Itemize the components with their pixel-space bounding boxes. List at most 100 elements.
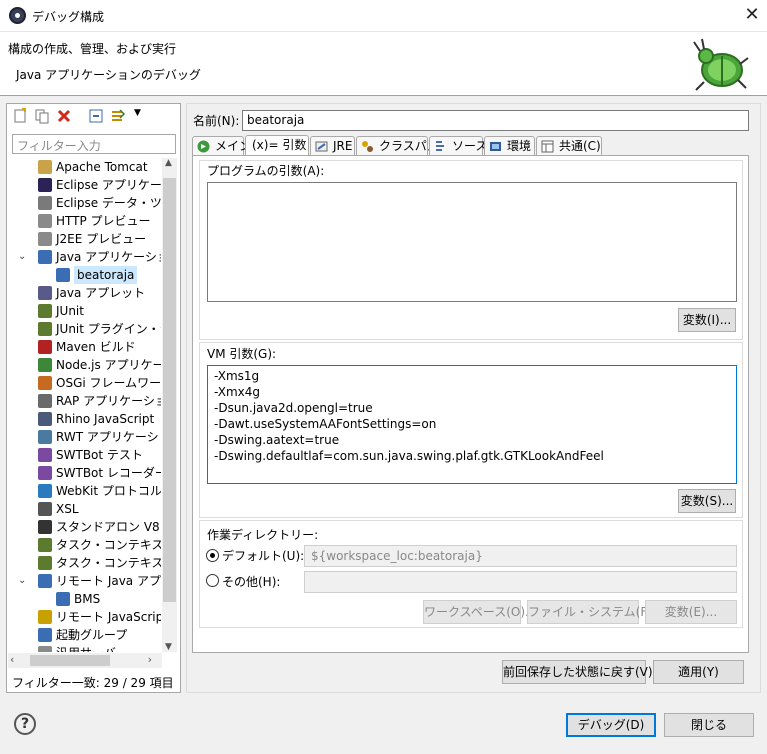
tree-item[interactable]: JUnit プラグイン・テスト	[8, 320, 161, 338]
tree-item-label: beatoraja	[74, 266, 138, 284]
tree-item[interactable]: Eclipse データ・ツール	[8, 194, 161, 212]
rap-icon	[38, 394, 52, 408]
tree-item[interactable]: スタンドアロン V8 VM	[8, 518, 161, 536]
tree-item[interactable]: OSGi フレームワーク	[8, 374, 161, 392]
tree-item-label: Apache Tomcat	[56, 160, 148, 174]
tree-item[interactable]: ⌄ Java アプリケーション	[8, 248, 161, 266]
tree-item[interactable]: SWTBot テスト	[8, 446, 161, 464]
tab-jre[interactable]: JRE	[310, 136, 355, 156]
tree-item-label: リモート Java アプリケー	[56, 574, 161, 588]
chevron-down-icon[interactable]: ▼	[134, 108, 141, 118]
filesystem-button[interactable]: ファイル・システム(F)...	[527, 600, 663, 624]
tree-item[interactable]: Eclipse アプリケーション	[8, 176, 161, 194]
tree-item[interactable]: BMS	[8, 590, 161, 608]
webkit-icon	[38, 484, 52, 498]
tree-item[interactable]: SWTBot レコーダー・サ	[8, 464, 161, 482]
tree-item[interactable]: リモート JavaScript	[8, 608, 161, 626]
env-tab-icon	[490, 142, 501, 151]
scroll-up-icon[interactable]: ▲	[165, 158, 172, 168]
tree-vertical-scroll-thumb[interactable]	[163, 178, 176, 602]
server-icon	[38, 646, 52, 652]
tree-item-label: RWT アプリケーション	[56, 430, 161, 444]
tree-item[interactable]: タスク・コンテキスト・プ	[8, 554, 161, 572]
close-button[interactable]: 閉じる	[664, 713, 754, 737]
program-variables-button[interactable]: 変数(I)...	[678, 308, 736, 332]
tree-item[interactable]: 起動グループ	[8, 626, 161, 644]
tree-item[interactable]: HTTP プレビュー	[8, 212, 161, 230]
program-arguments-textarea[interactable]	[207, 182, 737, 302]
tree-item-label: RAP アプリケーション	[56, 394, 161, 408]
header-title: 構成の作成、管理、および実行	[8, 42, 177, 56]
tree-item[interactable]: beatoraja	[8, 266, 161, 284]
scroll-left-icon[interactable]: ‹	[10, 653, 14, 666]
server-icon	[38, 214, 52, 228]
delete-icon[interactable]	[56, 108, 72, 124]
tree-item-label: Eclipse データ・ツール	[56, 196, 161, 210]
tree-item[interactable]: 汎用サーバ	[8, 644, 161, 652]
tree-item[interactable]: RWT アプリケーション	[8, 428, 161, 446]
debug-button[interactable]: デバッグ(D)	[566, 713, 656, 737]
scroll-down-icon[interactable]: ▼	[165, 642, 172, 652]
tomcat-icon	[38, 160, 52, 174]
remote-java-icon	[56, 592, 70, 606]
close-icon[interactable]: ✕	[741, 4, 763, 26]
revert-button[interactable]: 前回保存した状態に戻す(V)	[502, 660, 653, 684]
tree-item-label: BMS	[74, 592, 101, 606]
workspace-button[interactable]: ワークスペース(O)...	[423, 600, 536, 624]
other-directory-field[interactable]	[304, 571, 737, 593]
header-message: Java アプリケーションのデバッグ	[16, 68, 201, 82]
tree-item[interactable]: RAP アプリケーション	[8, 392, 161, 410]
tree-item-label: JUnit プラグイン・テスト	[56, 322, 161, 336]
tab-arguments[interactable]: (x)= 引数	[245, 135, 309, 157]
tree-item[interactable]: Maven ビルド	[8, 338, 161, 356]
rwt-icon	[38, 430, 52, 444]
chevron-down-icon[interactable]: ⌄	[18, 572, 26, 590]
other-radio[interactable]	[206, 574, 219, 587]
workdir-variables-button[interactable]: 変数(E)...	[645, 600, 737, 624]
tab-classpath[interactable]: クラスパス	[356, 136, 439, 156]
name-input[interactable]: beatoraja	[242, 110, 749, 131]
title-bar: デバッグ構成 ✕	[0, 0, 767, 32]
vm-arguments-textarea[interactable]: -Xms1g -Xmx4g -Dsun.java2d.opengl=true -…	[207, 365, 737, 484]
vm-variables-button[interactable]: 変数(S)...	[678, 489, 736, 513]
tab-bar: メイン (x)= 引数 JRE クラスパス ソース 環境 共通(C)	[192, 135, 747, 157]
junit-plugin-icon	[38, 322, 52, 336]
chevron-down-icon[interactable]: ⌄	[18, 248, 26, 266]
tree-item[interactable]: WebKit プロトコル	[8, 482, 161, 500]
configuration-tree[interactable]: Apache Tomcat Eclipse アプリケーション Eclipse データ…	[8, 158, 161, 652]
tree-item-label: J2EE プレビュー	[56, 232, 147, 246]
default-radio[interactable]	[206, 549, 219, 562]
tree-item[interactable]: J2EE プレビュー	[8, 230, 161, 248]
apply-button[interactable]: 適用(Y)	[653, 660, 744, 684]
program-arguments-label: プログラムの引数(A):	[207, 164, 325, 178]
tab-common[interactable]: 共通(C)	[536, 136, 602, 156]
tab-source[interactable]: ソース	[429, 136, 487, 156]
tab-environment[interactable]: 環境	[484, 136, 535, 156]
source-tab-icon	[436, 141, 444, 151]
tree-item[interactable]: XSL	[8, 500, 161, 518]
server-icon	[38, 232, 52, 246]
dialog-header: 構成の作成、管理、および実行 Java アプリケーションのデバッグ	[0, 32, 767, 96]
help-icon[interactable]: ?	[14, 713, 36, 735]
tree-item[interactable]: Rhino JavaScript	[8, 410, 161, 428]
scroll-right-icon[interactable]: ›	[148, 653, 152, 666]
default-radio-label: デフォルト(U):	[222, 549, 305, 563]
tree-item[interactable]: Apache Tomcat	[8, 158, 161, 176]
tree-item[interactable]: ⌄ リモート Java アプリケー	[8, 572, 161, 590]
duplicate-icon[interactable]	[34, 108, 50, 124]
tree-item-label: HTTP プレビュー	[56, 214, 151, 228]
tree-item[interactable]: JUnit	[8, 302, 161, 320]
tree-item[interactable]: Node.js アプリケーション	[8, 356, 161, 374]
tree-horizontal-scroll-thumb[interactable]	[30, 655, 110, 666]
tab-main[interactable]: メイン	[192, 136, 251, 156]
tree-item[interactable]: タスク・コンテキスト・テ	[8, 536, 161, 554]
launch-group-icon	[38, 628, 52, 642]
arguments-tab-content: プログラムの引数(A): 変数(I)... VM 引数(G): -Xms1g -…	[192, 155, 749, 653]
tree-item-label: XSL	[56, 502, 79, 516]
filter-input[interactable]: フィルター入力	[12, 134, 176, 154]
collapse-all-icon[interactable]	[88, 108, 104, 124]
new-config-icon[interactable]	[12, 108, 28, 124]
window-title: デバッグ構成	[32, 10, 105, 24]
tree-item[interactable]: Java アプレット	[8, 284, 161, 302]
filter-icon[interactable]	[110, 108, 126, 124]
